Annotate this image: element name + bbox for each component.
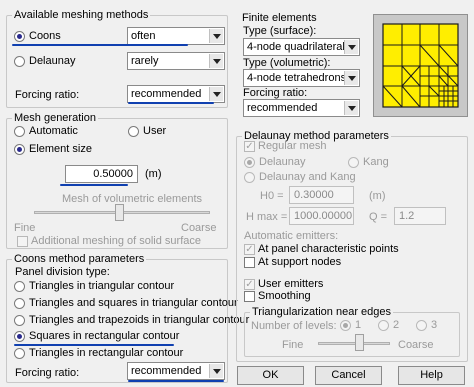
annotation-underline <box>14 344 174 346</box>
automatic-label: Automatic <box>29 125 78 137</box>
additional-meshing-checkbox[interactable] <box>17 236 28 247</box>
level-2-label: 2 <box>393 319 400 331</box>
forcing-ratio-label: Forcing ratio: <box>15 89 80 101</box>
delaunay-label: Delaunay <box>29 55 76 67</box>
surface-type-label: Type (surface): <box>243 25 317 37</box>
division-option-radio[interactable] <box>14 281 25 292</box>
user-radio[interactable] <box>128 126 139 137</box>
h0-unit: (m) <box>369 190 386 202</box>
at-panel-checkbox[interactable]: ✓ <box>244 244 255 255</box>
regular-mesh-label: Regular mesh <box>258 140 327 152</box>
chevron-down-icon <box>209 54 223 68</box>
element-size-input[interactable]: 0.50000 <box>65 165 138 183</box>
automatic-radio[interactable] <box>14 126 25 137</box>
triangularization-title: Triangularization near edges <box>252 306 392 318</box>
coons-forcing-ratio-label: Forcing ratio: <box>15 367 80 379</box>
kang-label: Kang <box>363 156 389 168</box>
division-option-label: Triangles and squares in triangular cont… <box>29 297 238 309</box>
regular-mesh-checkbox[interactable]: ✓ <box>244 141 255 152</box>
h0-label: H0 = <box>260 190 284 202</box>
coons-params-title: Coons method parameters <box>14 253 145 265</box>
h0-input[interactable]: 0.30000 <box>289 186 354 204</box>
surface-type-select[interactable]: 4-node quadrilaterals <box>243 38 360 56</box>
finite-elements-title: Finite elements <box>242 12 317 24</box>
meshing-methods-title: Available meshing methods <box>14 9 149 21</box>
division-option-radio[interactable] <box>14 315 25 326</box>
element-size-unit: (m) <box>145 168 162 180</box>
meshing-forcing-ratio-select[interactable]: recommended <box>127 85 225 103</box>
coons-forcing-ratio-select[interactable]: recommended <box>127 362 225 380</box>
at-panel-label: At panel characteristic points <box>258 243 399 255</box>
mesh-generation-title: Mesh generation <box>14 112 96 124</box>
element-size-radio[interactable] <box>14 144 25 155</box>
element-size-label: Element size <box>29 143 92 155</box>
kang-radio[interactable] <box>348 157 359 168</box>
levels-label: Number of levels: <box>251 320 337 332</box>
slider-coarse-label: Coarse <box>181 222 217 234</box>
delaunay-algo-radio[interactable] <box>244 157 255 168</box>
mesh-preview-frame <box>373 14 468 117</box>
ok-button[interactable]: OK <box>237 366 304 385</box>
delaunay-kang-radio[interactable] <box>244 172 255 183</box>
delaunay-radio[interactable] <box>14 56 25 67</box>
slider-fine-label: Fine <box>14 222 36 234</box>
level-2-radio[interactable] <box>378 320 389 331</box>
delaunay-algo-label: Delaunay <box>259 156 306 168</box>
annotation-underline <box>12 44 188 46</box>
user-label: User <box>143 125 167 137</box>
triang-slider-thumb[interactable] <box>355 334 364 351</box>
finite-forcing-ratio-select[interactable]: recommended <box>243 99 360 117</box>
smoothing-checkbox[interactable] <box>244 291 255 302</box>
smoothing-label: Smoothing <box>258 290 311 302</box>
additional-meshing-label: Additional meshing of solid surface <box>31 235 201 247</box>
volumetric-mesh-slider-thumb[interactable] <box>115 204 124 221</box>
division-option-radio[interactable] <box>14 298 25 309</box>
level-3-label: 3 <box>431 319 438 331</box>
division-option-radio[interactable] <box>14 348 25 359</box>
at-support-label: At support nodes <box>258 256 342 268</box>
coons-frequency-select[interactable]: often <box>127 27 225 45</box>
emitters-label: Automatic emitters: <box>244 230 339 242</box>
volumetric-mesh-caption: Mesh of volumetric elements <box>62 193 202 205</box>
chevron-down-icon <box>344 101 358 115</box>
annotation-underline <box>128 102 214 104</box>
triang-slider-track[interactable] <box>318 342 390 345</box>
triang-coarse-label: Coarse <box>398 339 434 351</box>
hmax-input[interactable]: 1000.00000 <box>289 207 354 225</box>
level-1-radio[interactable] <box>340 320 351 331</box>
triang-fine-label: Fine <box>282 339 304 351</box>
q-label: Q = <box>369 211 388 223</box>
cancel-button[interactable]: Cancel <box>315 366 382 385</box>
mesh-preview-image <box>382 23 459 108</box>
level-1-label: 1 <box>355 319 362 331</box>
help-button[interactable]: Help <box>398 366 465 385</box>
division-option-label: Triangles and trapezoids in triangular c… <box>29 314 250 326</box>
coons-label: Coons <box>29 30 61 42</box>
chevron-down-icon <box>344 71 358 85</box>
chevron-down-icon <box>209 87 223 101</box>
division-option-radio[interactable] <box>14 331 25 342</box>
delaunay-kang-label: Delaunay and Kang <box>259 171 356 183</box>
division-option-label: Squares in rectangular contour <box>29 330 180 342</box>
at-support-checkbox[interactable] <box>244 257 255 268</box>
user-emitters-checkbox[interactable]: ✓ <box>244 279 255 290</box>
q-input[interactable]: 1.2 <box>394 207 446 225</box>
level-3-radio[interactable] <box>416 320 427 331</box>
coons-radio[interactable] <box>14 31 25 42</box>
hmax-label: H max = <box>246 211 288 223</box>
volumetric-type-select[interactable]: 4-node tetrahedrons <box>243 69 360 87</box>
chevron-down-icon <box>209 364 223 378</box>
division-option-label: Triangles in rectangular contour <box>29 347 184 359</box>
annotation-underline <box>128 380 224 382</box>
division-option-label: Triangles in triangular contour <box>29 280 175 292</box>
delaunay-frequency-select[interactable]: rarely <box>127 52 225 70</box>
chevron-down-icon <box>344 40 358 54</box>
panel-division-label: Panel division type: <box>15 266 110 278</box>
annotation-underline <box>60 184 128 186</box>
chevron-down-icon <box>209 29 223 43</box>
